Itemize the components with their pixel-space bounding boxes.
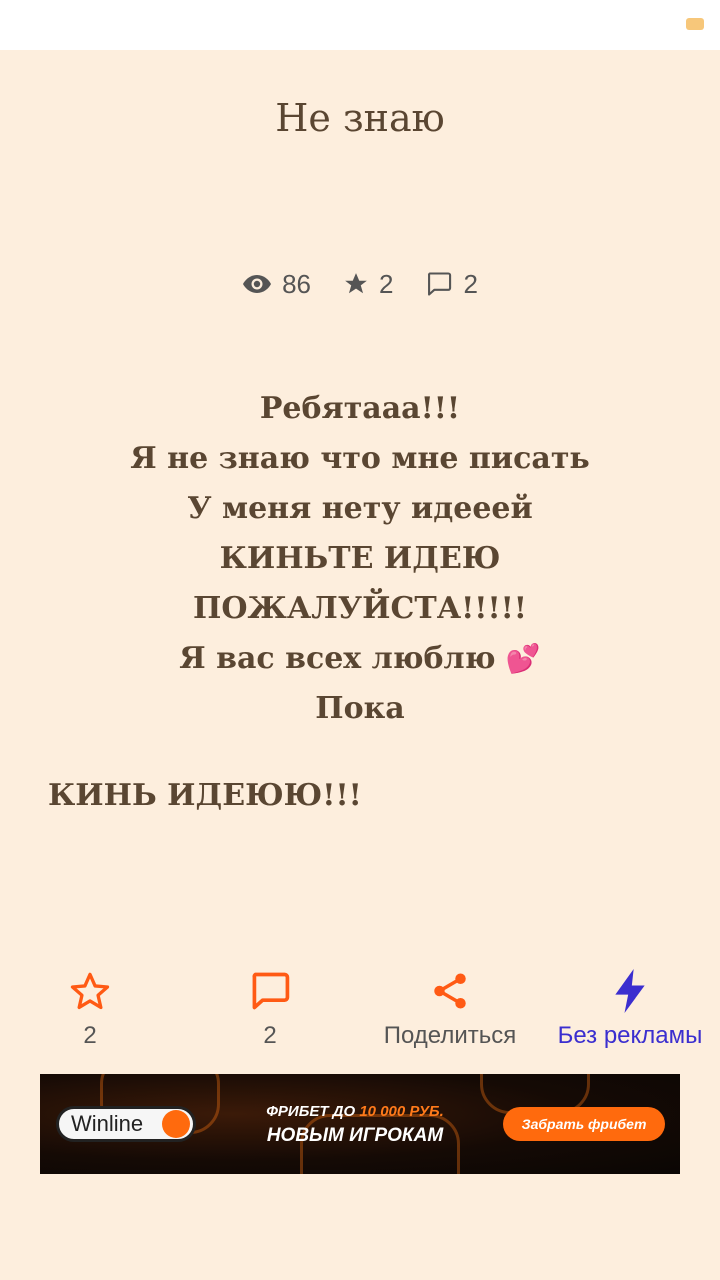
promo-text: ФРИБЕТ ДО 10 000 РУБ. НОВЫМ ИГРОКАМ [240, 1100, 470, 1148]
story-stats: 86 2 2 [0, 264, 720, 304]
views-stat: 86 [242, 269, 311, 300]
status-bar [0, 0, 720, 50]
star-count: 2 [83, 1022, 97, 1049]
body-line: ПОЖАЛУЙСТА!!!!! [193, 591, 527, 626]
star-button[interactable]: 2 [0, 960, 180, 1060]
eye-icon [242, 273, 272, 295]
page-title: Не знаю [275, 96, 445, 140]
views-count: 86 [282, 268, 311, 299]
comment-count: 2 [263, 1022, 277, 1049]
brand-dot-icon [162, 1110, 190, 1138]
brand-name: Winline [71, 1111, 144, 1136]
comments-count: 2 [463, 268, 478, 299]
share-button[interactable]: Поделиться [360, 960, 540, 1060]
brand-logo: Winline [56, 1106, 196, 1142]
body-line: КИНЬТЕ ИДЕЮ [219, 541, 501, 576]
stars-count: 2 [378, 268, 394, 299]
action-bar: 2 2 Поделиться Без рекламы [0, 960, 720, 1060]
share-icon [429, 966, 471, 1016]
banner-cta-button[interactable]: Забрать фрибет [503, 1107, 665, 1141]
body-final-line: КИНЬ ИДЕЮЮ!!! [48, 778, 362, 813]
body-line: Я вас всех люблю [179, 641, 496, 676]
comment-outline-icon [248, 966, 292, 1016]
story-body: Ребятааа!!! Я не знаю что мне писать У м… [0, 384, 720, 734]
promo-line1-prefix: ФРИБЕТ ДО [266, 1103, 360, 1120]
body-line: Я не знаю что мне писать [130, 441, 590, 476]
lightning-icon [612, 966, 648, 1016]
hearts-emoji: 💕 [505, 642, 541, 675]
body-line: Ребятааа!!! [259, 391, 461, 426]
no-ads-button[interactable]: Без рекламы [540, 960, 720, 1060]
body-line: У меня нету идееей [187, 491, 533, 526]
notification-icon [686, 18, 704, 30]
stars-stat: 2 [343, 269, 393, 300]
comment-button[interactable]: 2 [180, 960, 360, 1060]
body-line: Пока [315, 691, 405, 726]
no-ads-label: Без рекламы [557, 1022, 703, 1049]
comment-icon [425, 270, 453, 298]
body-line-with-emoji: Я вас всех люблю 💕 [0, 634, 720, 684]
star-outline-icon [69, 966, 111, 1016]
promo-line2: НОВЫМ ИГРОКАМ [266, 1125, 444, 1146]
promo-line1-highlight: 10 000 РУБ. [359, 1103, 444, 1120]
ad-banner[interactable]: Winline ФРИБЕТ ДО 10 000 РУБ. НОВЫМ ИГРО… [40, 1074, 680, 1174]
comments-stat: 2 [425, 268, 478, 300]
star-icon [343, 271, 369, 297]
share-label: Поделиться [383, 1022, 517, 1049]
